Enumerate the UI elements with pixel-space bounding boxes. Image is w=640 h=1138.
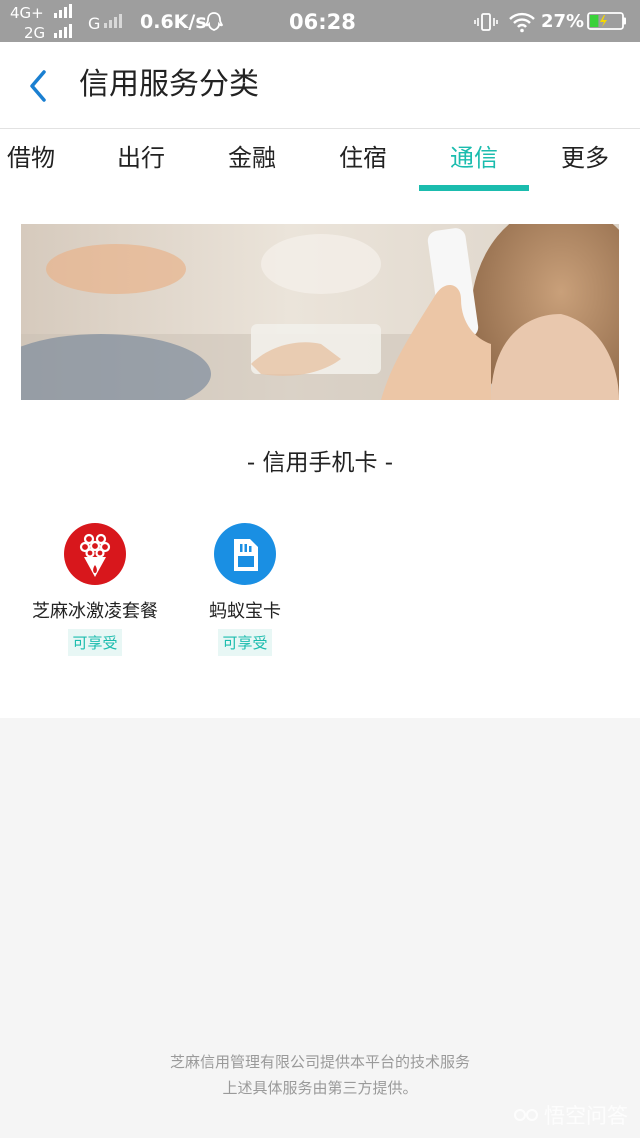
footer-line-1: 芝麻信用管理有限公司提供本平台的技术服务 bbox=[169, 1053, 470, 1071]
network-g-label: G bbox=[88, 14, 101, 33]
battery-icon bbox=[587, 12, 626, 30]
tab-more[interactable]: 更多 bbox=[530, 129, 640, 193]
app-header: 信用服务分类 bbox=[0, 42, 640, 129]
network-speed: 0.6K/s bbox=[140, 11, 207, 33]
watermark-text: 悟空问答 bbox=[544, 1104, 628, 1128]
tab-lodging[interactable]: 住宿 bbox=[308, 129, 418, 193]
network-2g-label: 2G bbox=[24, 24, 46, 42]
footer-line-2: 上述具体服务由第三方提供。 bbox=[222, 1079, 418, 1097]
service-item-ant-card[interactable]: 蚂蚁宝卡 可享受 bbox=[170, 523, 320, 656]
watermark: 悟空问答 bbox=[512, 1100, 628, 1130]
vibrate-icon bbox=[474, 13, 498, 31]
status-bar: 4G+ 2G G 0.6K/s 06:28 27% bbox=[0, 0, 640, 42]
banner-image[interactable] bbox=[21, 224, 619, 400]
tab-finance[interactable]: 金融 bbox=[197, 129, 307, 193]
signal-icon bbox=[54, 24, 72, 38]
china-unicom-icon bbox=[64, 523, 126, 585]
clock: 06:28 bbox=[289, 10, 356, 34]
service-item-icecream-plan[interactable]: 芝麻冰激凌套餐 可享受 bbox=[20, 523, 170, 656]
wukong-logo-icon bbox=[514, 1109, 538, 1121]
page-title: 信用服务分类 bbox=[79, 67, 259, 102]
battery-percent: 27% bbox=[541, 11, 585, 32]
back-arrow-icon[interactable] bbox=[24, 66, 56, 106]
qq-icon bbox=[204, 12, 224, 31]
section-title: - 信用手机卡 - bbox=[246, 450, 394, 476]
active-tab-indicator bbox=[419, 185, 529, 191]
network-4g-label: 4G+ bbox=[10, 4, 44, 22]
service-name: 芝麻冰激凌套餐 bbox=[32, 601, 158, 622]
signal-icon bbox=[104, 14, 122, 28]
service-name: 蚂蚁宝卡 bbox=[209, 601, 281, 622]
signal-icon bbox=[54, 4, 72, 18]
tab-borrow[interactable]: 借物 bbox=[0, 129, 86, 193]
category-tabs: 借物 出行 金融 住宿 通信 更多 bbox=[0, 129, 640, 193]
footer-note: 芝麻信用管理有限公司提供本平台的技术服务 上述具体服务由第三方提供。 bbox=[0, 1049, 640, 1101]
status-badge: 可享受 bbox=[218, 629, 272, 656]
network-indicator: 4G+ 2G bbox=[8, 3, 78, 41]
tab-telecom[interactable]: 通信 bbox=[419, 129, 529, 193]
tab-travel[interactable]: 出行 bbox=[86, 129, 196, 193]
sim-card-icon bbox=[214, 523, 276, 585]
status-badge: 可享受 bbox=[68, 629, 122, 656]
content-panel: - 信用手机卡 - 芝麻冰激凌套餐 可享受 蚂蚁宝卡 可享受 bbox=[0, 193, 640, 718]
wifi-icon bbox=[509, 12, 535, 33]
